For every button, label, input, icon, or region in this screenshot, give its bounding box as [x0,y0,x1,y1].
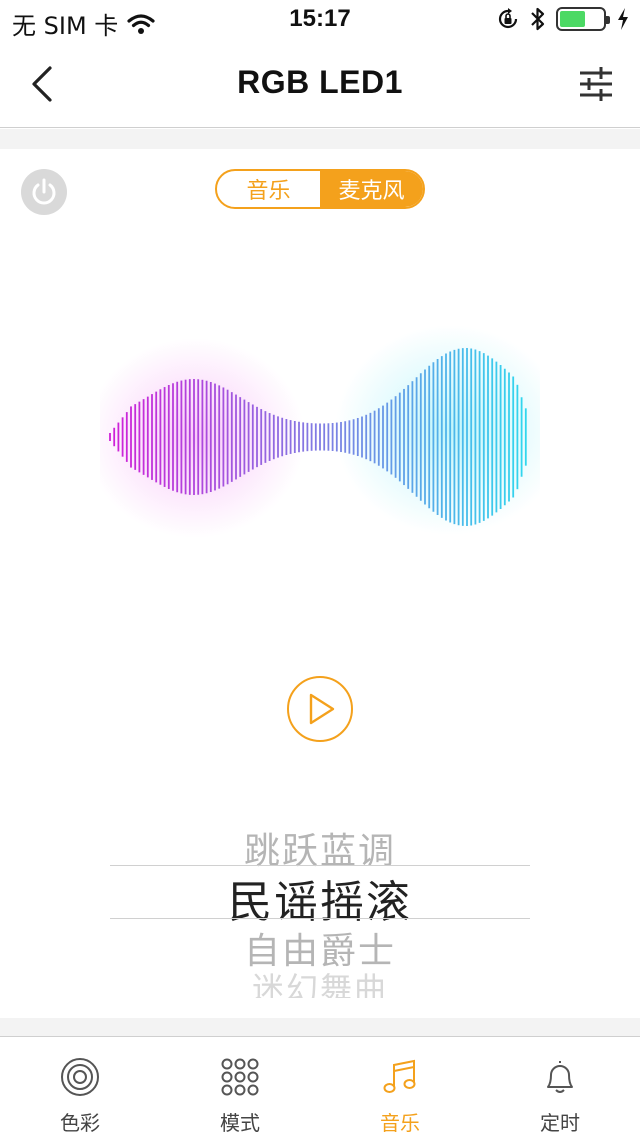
tab-bar: 色彩 模式 音乐 定时 [0,1036,640,1136]
picker-item-selected[interactable]: 民谣摇滚 [110,866,530,930]
power-icon [32,178,56,205]
tab-label: 模式 [220,1111,260,1135]
play-button[interactable] [287,676,353,742]
tab-label: 音乐 [380,1111,420,1135]
battery-indicator [556,7,610,31]
nav-bar: RGB LED1 [0,40,640,128]
source-segmented-control: 音乐 麦克风 [215,169,425,209]
segment-microphone[interactable]: 麦克风 [320,171,423,207]
rotation-lock-icon [498,8,518,29]
bluetooth-icon [531,7,545,31]
status-right [496,6,630,32]
page-title: RGB LED1 [237,64,403,100]
music-note-icon [378,1055,422,1099]
charging-bolt-icon [618,8,628,30]
music-style-picker[interactable]: 跳跃蓝调 民谣摇滚 自由爵士 迷幻舞曲 [110,818,530,1003]
tab-music[interactable]: 音乐 [320,1037,480,1136]
section-divider-bottom [0,1018,640,1036]
tab-color[interactable]: 色彩 [0,1037,160,1136]
sliders-icon [580,67,612,101]
battery-fill [560,11,586,27]
tab-timer[interactable]: 定时 [480,1037,640,1136]
sound-waveform [100,325,540,538]
tab-mode[interactable]: 模式 [160,1037,320,1136]
color-rings-icon [58,1055,102,1099]
tab-label: 定时 [540,1111,580,1135]
picker-item[interactable]: 迷幻舞曲 [110,964,530,998]
section-divider-top [0,129,640,149]
grid-dots-icon [218,1055,262,1099]
settings-button[interactable] [574,62,618,106]
picker-selection-line-bottom [110,918,530,919]
play-icon [309,693,335,725]
power-button[interactable] [21,169,67,215]
battery-tip [606,16,610,24]
bell-icon [538,1055,582,1099]
status-bar: 无 SIM 卡 15:17 [0,0,640,40]
segment-music[interactable]: 音乐 [217,171,320,207]
tab-label: 色彩 [60,1111,100,1135]
